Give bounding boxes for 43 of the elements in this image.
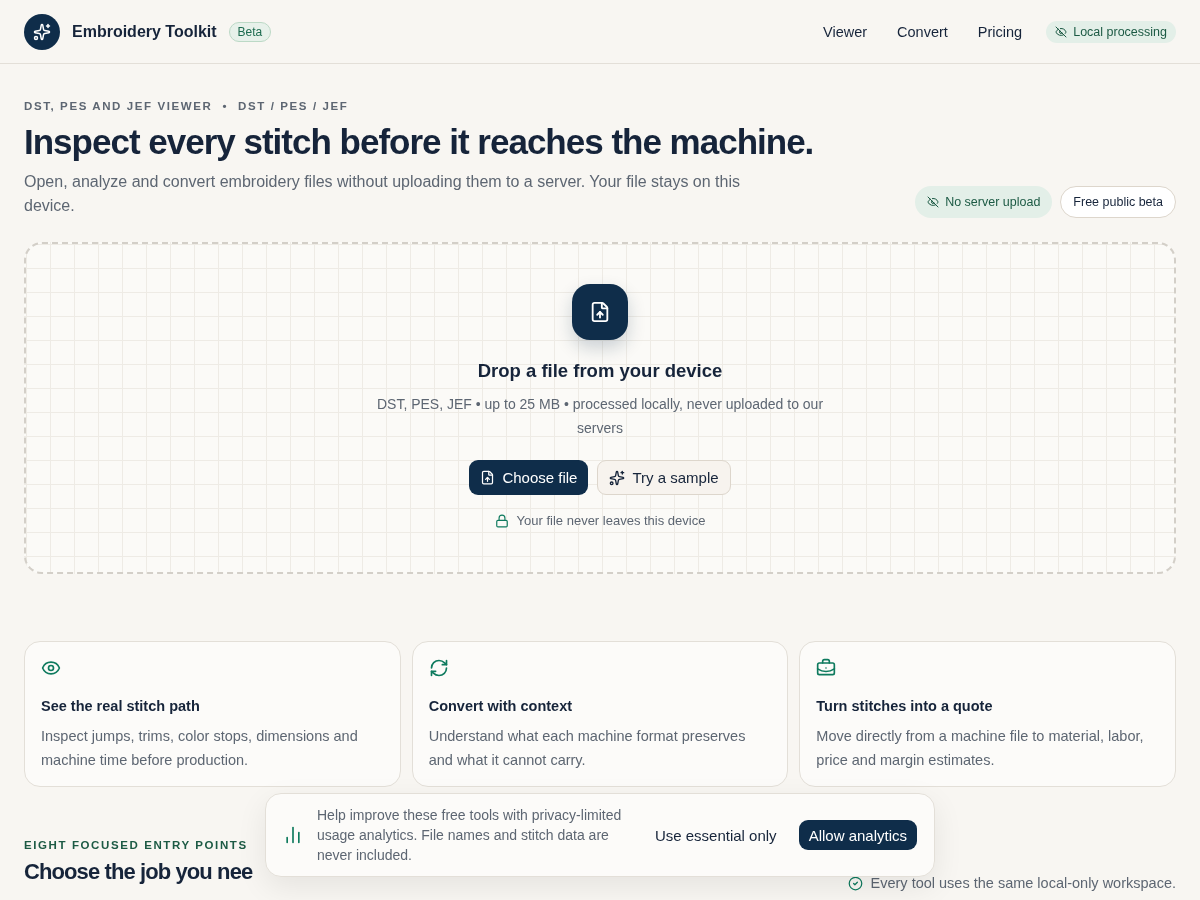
card-title: See the real stitch path bbox=[41, 698, 201, 714]
card-text: Understand what each machine format preserves and what it cannot carry. bbox=[428, 727, 747, 770]
essential-only-button[interactable]: Use essential only bbox=[646, 820, 785, 850]
briefcase-icon bbox=[816, 658, 837, 678]
section-eyebrow: EIGHT FOCUSED ENTRY POINTS bbox=[24, 839, 248, 851]
section-note: Every tool uses the same local-only workspace. bbox=[870, 875, 1176, 891]
card-text: Inspect jumps, trims, color stops, dimensions and machine time before production. bbox=[41, 727, 359, 770]
bar-chart-icon bbox=[283, 825, 303, 845]
eye-icon bbox=[41, 658, 61, 678]
file-upload-icon bbox=[480, 470, 496, 485]
lock-icon bbox=[494, 513, 509, 528]
nav-link[interactable]: Viewer bbox=[823, 23, 868, 40]
sparkles-icon bbox=[609, 469, 626, 486]
drop-hint: DST, PES, JEF • up to 25 MB • processed locally, never uploaded to our servers bbox=[375, 395, 825, 438]
feature-pill: Free public beta bbox=[1060, 186, 1176, 218]
eyebrow-text: DST, PES AND JEF VIEWER bbox=[24, 100, 213, 112]
card-text: Move directly from a machine file to material, labor, price and margin estimates. bbox=[816, 727, 1145, 770]
consent-text: Help improve these free tools with privacy-limited usage analytics. File names and stitch data are never included. bbox=[317, 806, 623, 865]
beta-badge: Beta bbox=[228, 21, 272, 42]
card-title: Turn stitches into a quote bbox=[816, 698, 994, 714]
choose-file-button[interactable]: Choose file bbox=[469, 460, 589, 495]
allow-analytics-button[interactable]: Allow analytics bbox=[798, 820, 917, 850]
logo-icon[interactable] bbox=[24, 13, 60, 50]
sample-button[interactable]: Try a sample bbox=[597, 460, 731, 495]
check-icon bbox=[847, 875, 863, 891]
page-title: Inspect every stitch before it reaches the machine. bbox=[24, 122, 815, 162]
status-pill: Local processing bbox=[1046, 20, 1176, 43]
section-title: Choose the job you nee bbox=[24, 859, 253, 885]
separator: • bbox=[222, 100, 229, 112]
refresh-icon bbox=[428, 658, 449, 678]
nav-link[interactable]: Convert bbox=[897, 23, 948, 40]
eye-off-icon bbox=[1055, 25, 1068, 38]
drop-title: Drop a file from your device bbox=[477, 360, 723, 382]
lead-text: Open, analyze and convert embroidery files without uploading them to a server. Your file stays on this device. bbox=[24, 172, 741, 216]
privacy-note: Your file never leaves this device bbox=[516, 513, 706, 528]
card-title: Convert with context bbox=[428, 698, 574, 714]
eyebrow-formats: DST / PES / JEF bbox=[238, 100, 349, 112]
eye-off-icon bbox=[927, 196, 940, 208]
brand-name: Embroidery Toolkit bbox=[72, 22, 217, 41]
feature-pill: No server upload bbox=[915, 186, 1053, 218]
file-upload-icon bbox=[572, 284, 628, 340]
drop-zone[interactable]: Drop a file from your device DST, PES, JEF • up to 25 MB • processed locally, never uploaded to our servers Choose file Try a sample Your file never leaves this device bbox=[24, 242, 1176, 574]
nav-link[interactable]: Pricing bbox=[977, 23, 1023, 40]
